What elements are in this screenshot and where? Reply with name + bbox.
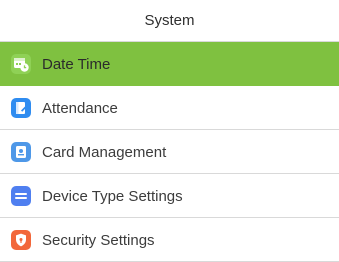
menu-item-security-settings[interactable]: Security Settings xyxy=(0,218,339,262)
system-settings-screen: System Date Time Attendance Card Managem… xyxy=(0,0,339,262)
page-title-text: System xyxy=(144,12,195,29)
settings-menu: Date Time Attendance Card Management Dev… xyxy=(0,42,339,262)
menu-item-label: Attendance xyxy=(42,99,118,117)
shield-icon xyxy=(11,230,31,250)
menu-item-label: Date Time xyxy=(42,55,111,73)
page-title: System xyxy=(0,0,339,42)
device-type-icon xyxy=(11,186,31,206)
menu-item-label: Security Settings xyxy=(42,231,155,249)
calendar-clock-icon xyxy=(11,54,31,74)
menu-item-device-type-settings[interactable]: Device Type Settings xyxy=(0,174,339,218)
menu-item-date-time[interactable]: Date Time xyxy=(0,42,339,86)
menu-item-label: Card Management xyxy=(42,143,167,161)
menu-item-attendance[interactable]: Attendance xyxy=(0,86,339,130)
menu-item-card-management[interactable]: Card Management xyxy=(0,130,339,174)
attendance-book-icon xyxy=(11,98,31,118)
card-icon xyxy=(11,142,31,162)
menu-item-label: Device Type Settings xyxy=(42,187,183,205)
